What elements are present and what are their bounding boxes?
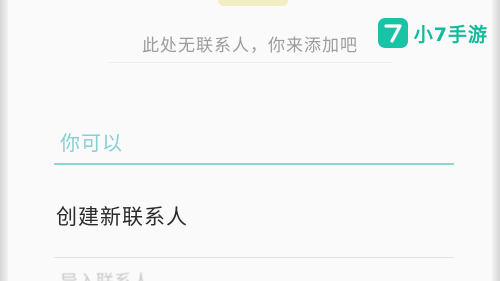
empty-message-divider xyxy=(108,62,392,63)
seven-glyph-icon xyxy=(384,24,402,43)
create-new-contact-item[interactable]: 创建新联系人 xyxy=(48,185,462,245)
brand-watermark-text: 小7手游 xyxy=(413,23,488,46)
list-item-divider xyxy=(54,257,454,258)
section-header-divider xyxy=(54,163,454,165)
top-illustration-fragment xyxy=(218,0,288,6)
create-new-contact-label: 创建新联系人 xyxy=(56,205,188,229)
section-header-you-can: 你可以 xyxy=(60,131,123,155)
brand-logo-icon xyxy=(377,18,408,48)
import-contacts-item[interactable]: 导入联系人 xyxy=(60,268,190,281)
screen-bezel-right xyxy=(492,0,500,281)
brand-watermark: 小7手游 xyxy=(377,18,488,48)
screen-bezel-left xyxy=(0,0,8,281)
